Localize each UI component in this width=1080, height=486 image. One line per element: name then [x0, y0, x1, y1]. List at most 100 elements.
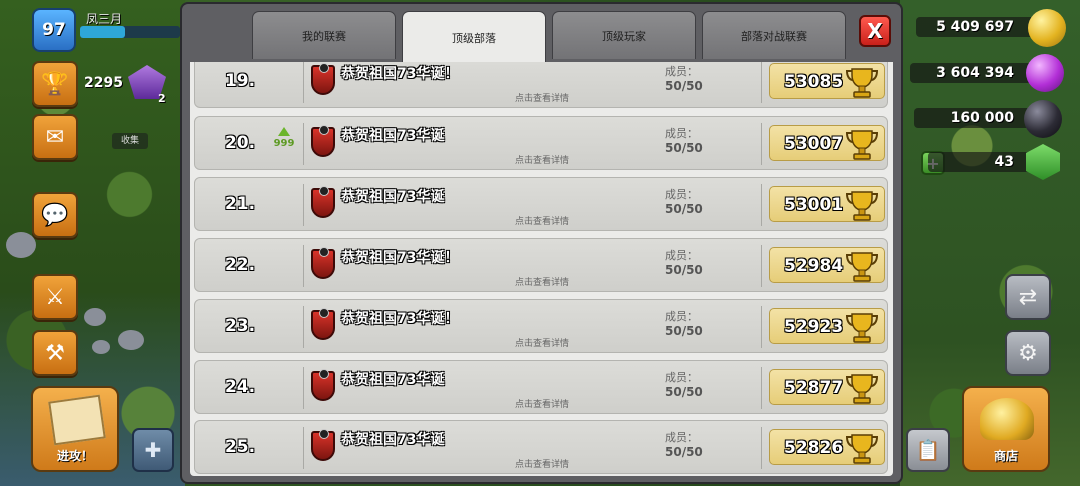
clan-score: 52877 — [784, 378, 844, 398]
clan-row[interactable]: 25. 恭贺祖国73华诞 点击查看详情 成员： 50/50 52826 — [194, 420, 888, 474]
close-icon: X — [867, 19, 883, 43]
view-details-hint: 点击查看详情 — [515, 460, 570, 470]
settings-button[interactable]: ⚙ — [1005, 330, 1051, 376]
tab-1[interactable]: 顶级部落 — [402, 11, 546, 63]
rock — [118, 330, 144, 350]
view-details-hint: 点击查看详情 — [515, 217, 570, 227]
elixir-amount: 3 604 394 — [910, 63, 1036, 83]
rank-number: 23. — [224, 316, 256, 336]
members-label: 成员： — [665, 371, 698, 384]
league-tier: 2 — [158, 92, 166, 105]
player-name: 凤三月 — [86, 12, 123, 26]
clan-score-box: 53085 — [769, 63, 885, 99]
clan-score-box: 52877 — [769, 369, 885, 405]
clan-score: 52923 — [784, 317, 844, 337]
clan-row[interactable]: 22. 恭贺祖国73华诞！ 点击查看详情 成员： 50/50 52984 — [194, 238, 888, 292]
divider — [761, 427, 762, 469]
divider — [761, 306, 762, 348]
builder-button[interactable]: ⚒ — [32, 330, 78, 376]
trophy-button[interactable]: 🏆 — [32, 61, 78, 107]
clan-score: 53085 — [784, 72, 844, 92]
xp-bar-fill — [80, 26, 125, 38]
crossed-swords-icon: ⚔ — [45, 284, 65, 310]
trophy-icon — [845, 249, 879, 283]
clan-name: 恭贺祖国73华诞 — [341, 432, 445, 448]
clan-score-box: 52984 — [769, 247, 885, 283]
close-button[interactable]: X — [859, 15, 891, 47]
members-count: 50/50 — [665, 385, 703, 399]
xp-bar — [80, 26, 180, 38]
members-count: 50/50 — [665, 202, 703, 216]
rock — [6, 232, 36, 258]
members-label: 成员： — [665, 127, 698, 140]
tab-2[interactable]: 顶级玩家 — [552, 11, 696, 59]
clan-row[interactable]: 20. 恭贺祖国73华诞 点击查看详情 成员： 50/50 53007 999 — [194, 116, 888, 170]
clan-badge-icon — [311, 369, 335, 401]
notepad-icon: 📋 — [915, 438, 941, 462]
shop-label: 商店 — [993, 449, 1018, 463]
clan-row[interactable]: 21. 恭贺祖国73华诞 点击查看详情 成员： 50/50 53001 — [194, 177, 888, 231]
tab-0[interactable]: 我的联赛 — [252, 11, 396, 59]
layout-edit-button[interactable]: ⇄ — [1005, 274, 1051, 320]
up-arrow-icon — [278, 127, 290, 136]
clan-name: 恭贺祖国73华诞！ — [341, 250, 459, 266]
clan-badge-icon — [311, 429, 335, 461]
dark-elixir-drop-icon — [1024, 100, 1062, 138]
rank-number: 21. — [224, 194, 256, 214]
members-label: 成员： — [665, 431, 698, 444]
clan-badge-icon — [311, 247, 335, 279]
trophy-icon — [845, 431, 879, 465]
trophy-icon — [845, 188, 879, 222]
shop-button[interactable]: 商店 — [962, 386, 1050, 472]
notes-button[interactable]: 📋 — [906, 428, 950, 472]
clan-name: 恭贺祖国73华诞！ — [341, 311, 459, 327]
trophy-count: 2295 — [84, 75, 123, 91]
mail-button[interactable]: ✉ — [32, 114, 78, 160]
clan-row[interactable]: 24. 恭贺祖国73华诞 点击查看详情 成员： 50/50 52877 — [194, 360, 888, 414]
battle-log-button[interactable]: ⚔ — [32, 274, 78, 320]
trophy-icon — [845, 65, 879, 99]
shield-button[interactable]: ✚ — [132, 428, 174, 472]
dark-elixir-amount: 160 000 — [914, 108, 1036, 128]
map-icon — [48, 394, 106, 446]
trophy-icon — [845, 127, 879, 161]
clan-row[interactable]: 23. 恭贺祖国73华诞！ 点击查看详情 成员： 50/50 52923 — [194, 299, 888, 353]
members-label: 成员： — [665, 310, 698, 323]
clan-badge-icon — [311, 308, 335, 340]
experience-level-badge[interactable]: 97 — [32, 8, 76, 52]
clan-row[interactable]: 19. 恭贺祖国73华诞！ 点击查看详情 成员： 50/50 53085 — [194, 62, 888, 108]
move-arrows-icon: ⇄ — [1018, 284, 1038, 310]
collect-label[interactable]: 收集 — [112, 133, 148, 149]
divider — [303, 62, 304, 103]
tab-3[interactable]: 部落对战联赛 — [702, 11, 846, 59]
members-count: 50/50 — [665, 79, 703, 93]
clan-score-box: 52826 — [769, 429, 885, 465]
divider — [761, 367, 762, 409]
attack-button[interactable]: 进攻！ — [31, 386, 119, 472]
clan-name: 恭贺祖国73华诞 — [341, 189, 445, 205]
elixir-drop-icon — [1026, 54, 1064, 92]
clan-score-box: 52923 — [769, 308, 885, 344]
leaderboard-tabs: 我的联赛 顶级部落 顶级玩家 部落对战联赛 — [252, 11, 846, 63]
rank-number: 24. — [224, 377, 256, 397]
leaderboard-panel: 我的联赛 顶级部落 顶级玩家 部落对战联赛 X 19. 恭贺祖国73华诞！ 点击查看详… — [180, 2, 903, 484]
members-count: 50/50 — [665, 324, 703, 338]
rank-number: 25. — [224, 437, 256, 457]
view-details-hint: 点击查看详情 — [515, 278, 570, 288]
attack-label: 进攻！ — [56, 449, 93, 463]
clan-badge-icon — [311, 63, 335, 95]
divider — [303, 427, 304, 469]
members-count: 50/50 — [665, 141, 703, 155]
clan-badge-icon — [311, 186, 335, 218]
rock — [84, 308, 106, 326]
chat-button[interactable]: 💬 — [32, 192, 78, 238]
clan-name: 恭贺祖国73华诞 — [341, 128, 445, 144]
members-label: 成员： — [665, 65, 698, 78]
clan-score: 53001 — [784, 195, 844, 215]
clan-rank-list[interactable]: 19. 恭贺祖国73华诞！ 点击查看详情 成员： 50/50 53085 20.… — [190, 62, 893, 476]
gold-coin-icon — [1028, 9, 1066, 47]
clan-badge-icon — [311, 125, 335, 157]
divider — [303, 367, 304, 409]
clan-score-box: 53001 — [769, 186, 885, 222]
clan-score-box: 53007 — [769, 125, 885, 161]
